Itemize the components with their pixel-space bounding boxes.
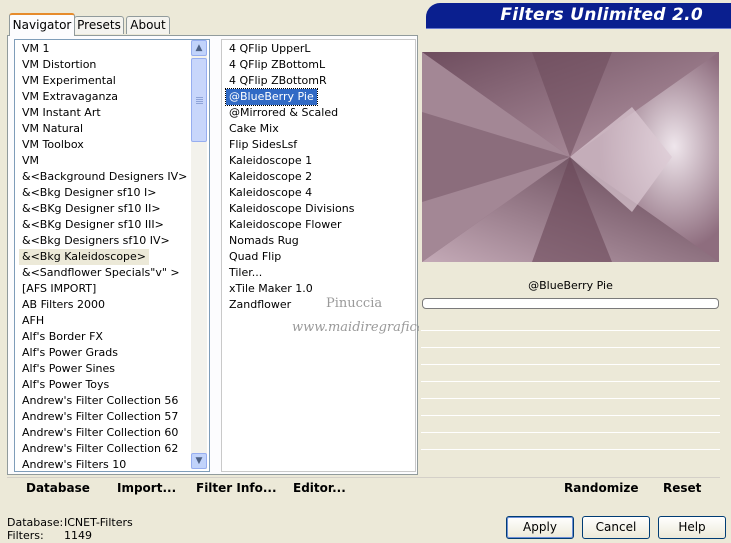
category-item[interactable]: AFH [19,313,47,329]
category-item[interactable]: Alf's Power Grads [19,345,121,361]
import-button[interactable]: Import... [117,481,176,495]
cancel-button[interactable]: Cancel [582,516,650,539]
filter-preview-image [422,52,719,262]
title-banner: Filters Unlimited 2.0 [426,3,731,29]
category-item[interactable]: VM Extravaganza [19,89,121,105]
status-database-value: ICNET-Filters [64,516,133,529]
category-item[interactable]: VM Natural [19,121,86,137]
watermark-name: Pinuccia [326,296,383,311]
status-database-label: Database: [7,516,64,529]
filter-item[interactable]: Kaleidoscope 2 [226,169,315,185]
tab-navigator[interactable]: Navigator [9,13,75,36]
category-item[interactable]: VM [19,153,42,169]
category-item[interactable]: Alf's Power Sines [19,361,118,377]
category-item[interactable]: Andrew's Filter Collection 60 [19,425,181,441]
filter-item[interactable]: Flip SidesLsf [226,137,300,153]
filter-item[interactable]: 4 QFlip ZBottomR [226,73,330,89]
filter-item[interactable]: Tiler... [226,265,265,281]
filter-item[interactable]: Zandflower [226,297,294,313]
category-item[interactable]: Alf's Power Toys [19,377,112,393]
category-item[interactable]: Andrew's Filter Collection 57 [19,409,181,425]
category-item[interactable]: VM Toolbox [19,137,87,153]
category-item[interactable]: Alf's Border FX [19,329,106,345]
tab-presets[interactable]: Presets [74,16,124,34]
category-item[interactable]: VM Distortion [19,57,99,73]
filter-list[interactable]: 4 QFlip UpperL 4 QFlip ZBottomL 4 QFlip ZB… [221,39,416,472]
category-item[interactable]: &<Bkg Designers sf10 IV> [19,233,173,249]
preview-filter-name: @BlueBerry Pie [421,275,720,297]
filter-item[interactable]: Kaleidoscope 1 [226,153,315,169]
category-list[interactable]: VM 1 VM Distortion VM Experimental VM Extra… [14,39,210,472]
category-item[interactable]: &<BKg Designer sf10 II> [19,201,164,217]
reset-button[interactable]: Reset [663,481,701,495]
category-item[interactable]: VM 1 [19,41,53,57]
database-button[interactable]: Database [26,481,90,495]
category-item[interactable]: Andrew's Filter Collection 56 [19,393,181,409]
progress-bar [422,298,719,309]
filter-item[interactable]: @BlueBerry Pie [225,88,318,106]
filter-item[interactable]: Kaleidoscope 4 [226,185,315,201]
filter-item[interactable]: @Mirrored & Scaled [226,105,341,121]
help-button[interactable]: Help [658,516,726,539]
filter-item[interactable]: Kaleidoscope Flower [226,217,345,233]
category-item[interactable]: [AFS IMPORT] [19,281,99,297]
parameter-area [421,316,720,466]
apply-button[interactable]: Apply [506,516,574,539]
category-item[interactable]: VM Experimental [19,73,119,89]
category-scrollbar[interactable]: ▲ ▼ [191,40,207,469]
status-filters-label: Filters: [7,529,44,542]
tab-about[interactable]: About [126,16,170,34]
filter-item[interactable]: Nomads Rug [226,233,302,249]
randomize-button[interactable]: Randomize [564,481,638,495]
category-item[interactable]: &<Sandflower Specials"v" > [19,265,183,281]
filter-item[interactable]: 4 QFlip ZBottomL [226,57,328,73]
filter-item[interactable]: xTile Maker 1.0 [226,281,316,297]
category-item[interactable]: &<Background Designers IV> [19,169,190,185]
chevron-down-icon[interactable]: ▼ [191,453,207,469]
filter-item[interactable]: Quad Flip [226,249,284,265]
filter-item[interactable]: Cake Mix [226,121,282,137]
app-title: Filters Unlimited 2.0 [500,5,703,25]
category-item[interactable]: AB Filters 2000 [19,297,108,313]
filter-info-button[interactable]: Filter Info... [196,481,277,495]
category-item[interactable]: Andrew's Filters 10 [19,457,129,471]
category-item[interactable]: &<BKg Designer sf10 III> [19,217,167,233]
category-item[interactable]: VM Instant Art [19,105,104,121]
chevron-up-icon[interactable]: ▲ [191,40,207,56]
filter-item[interactable]: 4 QFlip UpperL [226,41,314,57]
category-item[interactable]: &<Bkg Designer sf10 I> [19,185,160,201]
category-item[interactable]: Andrew's Filter Collection 62 [19,441,181,457]
editor-button[interactable]: Editor... [293,481,346,495]
scrollbar-thumb[interactable] [191,58,207,142]
category-item[interactable]: &<Bkg Kaleidoscope> [19,249,150,265]
status-filters-count: 1149 [64,529,92,542]
filter-item[interactable]: Kaleidoscope Divisions [226,201,357,217]
